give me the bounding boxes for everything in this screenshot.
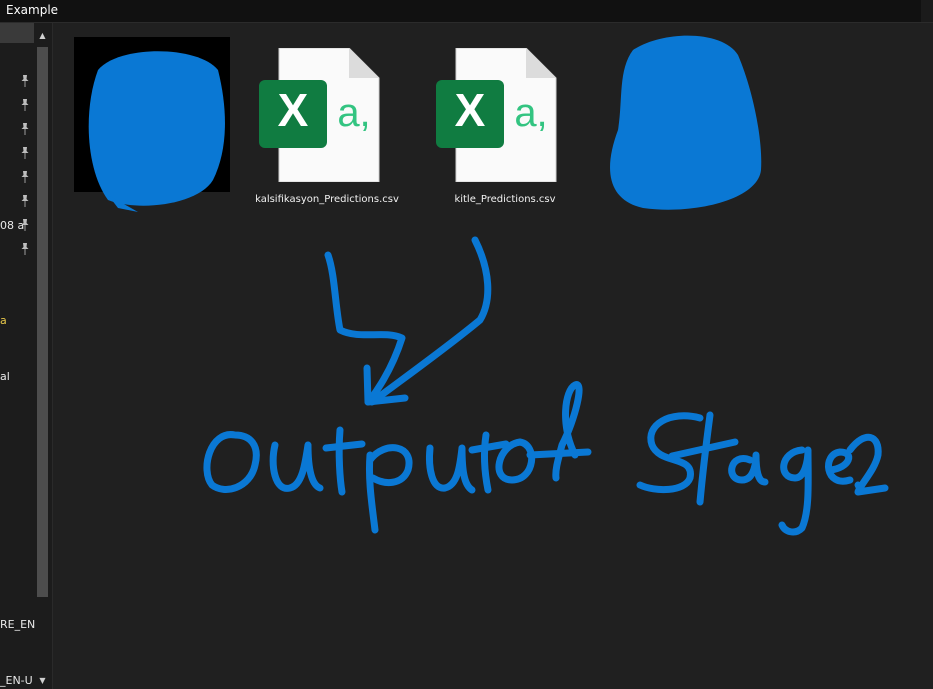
titlebar-edge [921, 0, 933, 22]
nav-pinned-item-5[interactable] [0, 167, 34, 189]
handwritten-annotation [203, 236, 889, 536]
file-item-kitle[interactable]: X a, kitle_Predictions.csv [425, 36, 585, 212]
redaction-scribble [88, 51, 225, 212]
nav-item-label[interactable]: RE_EN- [0, 618, 39, 631]
nav-pinned-item-3[interactable] [0, 119, 34, 141]
nav-pinned-item-4[interactable] [0, 143, 34, 165]
scroll-up-arrow-icon[interactable]: ▲ [38, 31, 47, 40]
nav-pinned-item-6[interactable] [0, 191, 34, 213]
nav-pinned-item-1[interactable] [0, 71, 34, 93]
pin-icon [21, 75, 29, 87]
nav-scrollbar[interactable]: ▲ ▼ [35, 23, 50, 689]
pin-icon [21, 123, 29, 135]
file-item-kalsifikasyon[interactable]: X a, kalsifikasyon_Predictions.csv [247, 36, 407, 212]
pin-icon [21, 195, 29, 207]
nav-pinned-item-2[interactable] [0, 95, 34, 117]
window-titlebar: Example [0, 0, 933, 23]
nav-selected-item[interactable] [0, 23, 34, 43]
nav-pinned-item-8[interactable] [0, 239, 34, 261]
nav-pinned-item-7[interactable]: 08 a [0, 215, 34, 237]
excel-csv-icon: X a, [436, 48, 557, 182]
file-name: kitle_Predictions.csv [454, 194, 556, 205]
pin-icon [21, 219, 29, 231]
excel-csv-icon: X a, [259, 48, 380, 182]
nav-item-label[interactable]: _EN-U [0, 674, 33, 687]
window-title: Example [6, 3, 59, 17]
svg-text:a,: a, [514, 91, 547, 135]
svg-text:a,: a, [337, 91, 370, 135]
file-name: kalsifikasyon_Predictions.csv [255, 194, 399, 205]
nav-item-label[interactable]: al [0, 370, 10, 383]
pin-icon [21, 147, 29, 159]
redaction-scribble [610, 35, 762, 210]
nav-item-label[interactable]: a [0, 314, 7, 327]
svg-text:X: X [278, 84, 309, 136]
scroll-thumb[interactable] [37, 47, 48, 597]
pin-icon [21, 99, 29, 111]
pin-icon [21, 171, 29, 183]
svg-text:X: X [455, 84, 486, 136]
pin-icon [21, 243, 29, 255]
scroll-down-arrow-icon[interactable]: ▼ [38, 676, 47, 685]
